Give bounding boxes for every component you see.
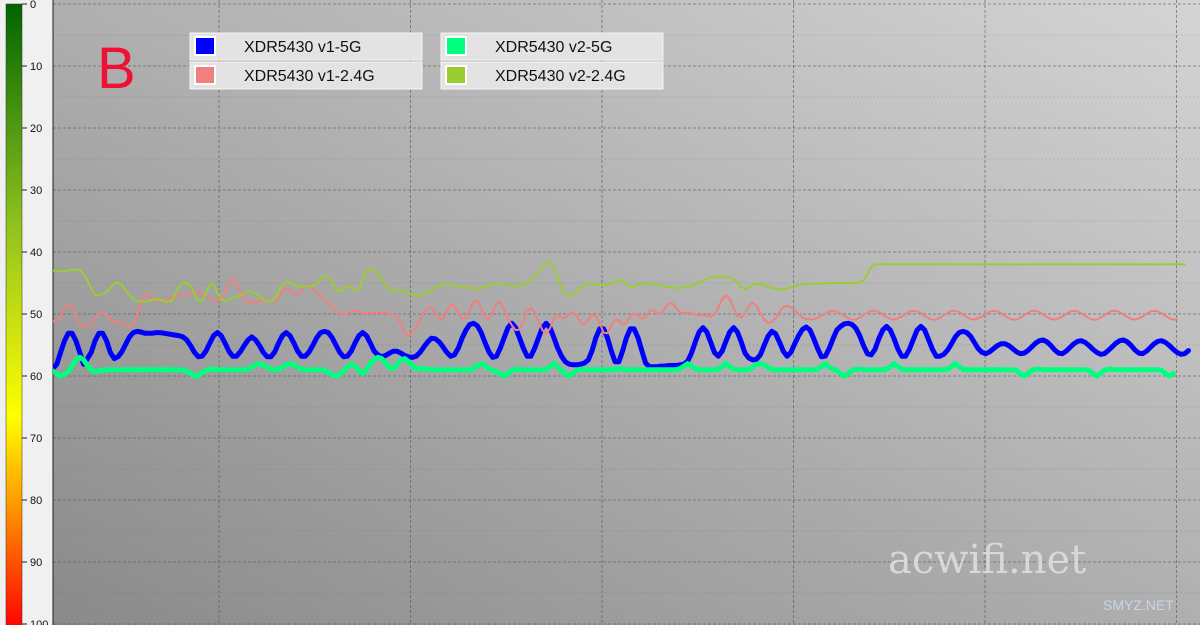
panel-letter: B <box>97 36 136 101</box>
y-tick-label: 70 <box>30 433 42 445</box>
chart-svg: 0 10 20 30 40 50 60 70 80 90 100 B XDR5430 v1-5G XD… <box>0 0 1200 625</box>
y-tick-label: 80 <box>30 495 42 507</box>
y-tick-label: 100 <box>30 619 48 625</box>
legend-swatch <box>194 36 216 56</box>
y-tick-label: 90 <box>30 557 42 569</box>
legend-label: XDR5430 v2-5G <box>495 39 612 56</box>
legend-swatch <box>194 65 216 85</box>
y-tick-label: 0 <box>30 0 36 11</box>
y-tick-label: 60 <box>30 371 42 383</box>
y-tick-label: 30 <box>30 185 42 197</box>
y-tick-label: 10 <box>30 61 42 73</box>
color-scale-bar <box>5 3 23 625</box>
legend-label: XDR5430 v1-5G <box>244 39 361 56</box>
y-tick-label: 20 <box>30 123 42 135</box>
legend-swatch <box>445 36 467 56</box>
legend-label: XDR5430 v2-2.4G <box>495 68 626 85</box>
legend-swatch <box>445 65 467 85</box>
watermark-sub: SMYZ.NET <box>1103 597 1174 613</box>
y-tick-label: 40 <box>30 247 42 259</box>
y-tick-label: 50 <box>30 309 42 321</box>
watermark-main: acwifi.net <box>888 537 1086 583</box>
legend-label: XDR5430 v1-2.4G <box>244 68 375 85</box>
signal-chart: 0 10 20 30 40 50 60 70 80 90 100 B XDR5430 v1-5G XD… <box>0 0 1200 625</box>
